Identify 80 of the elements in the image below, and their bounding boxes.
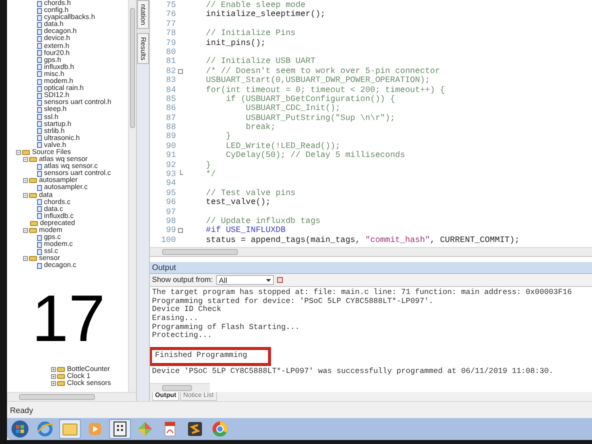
folder-icon [29,178,37,184]
collapse-icon[interactable] [23,192,28,198]
code-line: /* // Doesn't seem to work over 5-pin connector [204,66,440,76]
line-number: 82 [165,66,176,76]
file-icon [37,263,42,270]
code-line: initialize_sleeptimer(); [204,10,326,20]
code-line: USBUART_Start(0,USBUART_DWR_POWER_OPERATION); [204,76,430,86]
expand-icon[interactable] [51,374,56,379]
line-number: 78 [165,29,176,39]
status-text: Ready [10,406,34,415]
scrollbar[interactable] [150,383,210,392]
line-number: 85 [165,94,176,104]
panel-title: Output [150,262,592,274]
code-line: #if USE_INFLUXDB [204,226,286,236]
code-line: // Enable sleep mode [204,1,306,10]
diamond-icon[interactable] [136,420,154,438]
code-line: USBUART_CDC_Init(); [244,104,340,114]
folder-icon [29,256,37,262]
code-line: LED_Write(!LED_Read()); [224,142,340,151]
code-line: // Initialize USB UART [204,57,316,67]
code-line: status = append_tags(main_tags, "commit_hash", CURRENT_COMMIT); [204,236,520,246]
line-number: 92 [165,160,176,170]
fold-icon[interactable] [178,68,183,74]
collapse-icon[interactable] [23,178,28,184]
collapse-icon[interactable] [23,228,28,234]
line-number: 84 [165,86,176,95]
scrollbar[interactable] [128,0,136,392]
collapse-icon[interactable] [23,157,28,162]
line-number: 94 [165,179,176,189]
line-number: 96 [165,198,176,208]
code-line: break; [244,123,276,132]
code-line: } [204,160,211,170]
code-line: for(int timeout = 0; timeout < 200; timeout++) { [204,86,445,95]
window-logo-icon[interactable] [11,420,29,438]
code-line: test_valve(); [204,198,271,208]
line-number: 80 [165,48,176,58]
line-number: 98 [165,216,176,226]
folder-icon [29,192,37,198]
line-number: 88 [165,123,176,132]
line-number: 100 [160,236,176,246]
collapse-icon[interactable] [23,256,28,262]
expand-icon[interactable] [51,366,56,372]
code-line: // Initialize Pins [204,29,296,39]
line-number: 76 [165,10,176,20]
code-line: init_pins(); [204,38,266,48]
line-number: 77 [165,20,176,30]
line-number: 97 [165,208,176,217]
file-icon [37,184,42,191]
code-line: USBUART_PutString("Sup \n\r"); [244,114,396,123]
code-line: if (USBUART_bGetConfiguration()) { [224,94,396,104]
line-number: 75 [165,1,176,10]
collapse-icon[interactable] [16,150,21,156]
code-line: } [224,132,231,142]
line-number: 79 [165,38,176,48]
expand-icon[interactable] [51,380,56,386]
line-number: 91 [165,151,176,161]
caret-icon[interactable] [266,276,271,284]
step-number: 17 [32,284,106,351]
code-line: // Update influxdb tags [204,216,320,226]
s-shape-icon[interactable] [186,420,204,438]
code-line: // Test valve pins [204,188,296,198]
code-line: */ [204,170,216,180]
line-number: 93 [165,170,176,180]
scrollbar[interactable] [150,247,592,256]
line-number: 87 [165,114,176,124]
code-line: CyDelay(50); // Delay 5 milliseconds [224,151,406,161]
line-number: 95 [165,188,176,198]
fold-icon[interactable] [178,228,183,234]
globe-icon[interactable] [36,420,54,438]
line-number: 90 [165,142,176,152]
line-number: 83 [165,76,176,86]
line-number: 89 [165,132,176,142]
film-icon[interactable] [111,420,129,438]
line-number: 86 [165,104,176,114]
line-number: 81 [165,57,176,67]
play-icon[interactable] [86,420,104,438]
line-number: 99 [165,226,176,236]
ring-icon[interactable] [211,420,229,438]
clear-icon[interactable] [276,277,283,283]
scrollbar[interactable] [7,392,136,401]
